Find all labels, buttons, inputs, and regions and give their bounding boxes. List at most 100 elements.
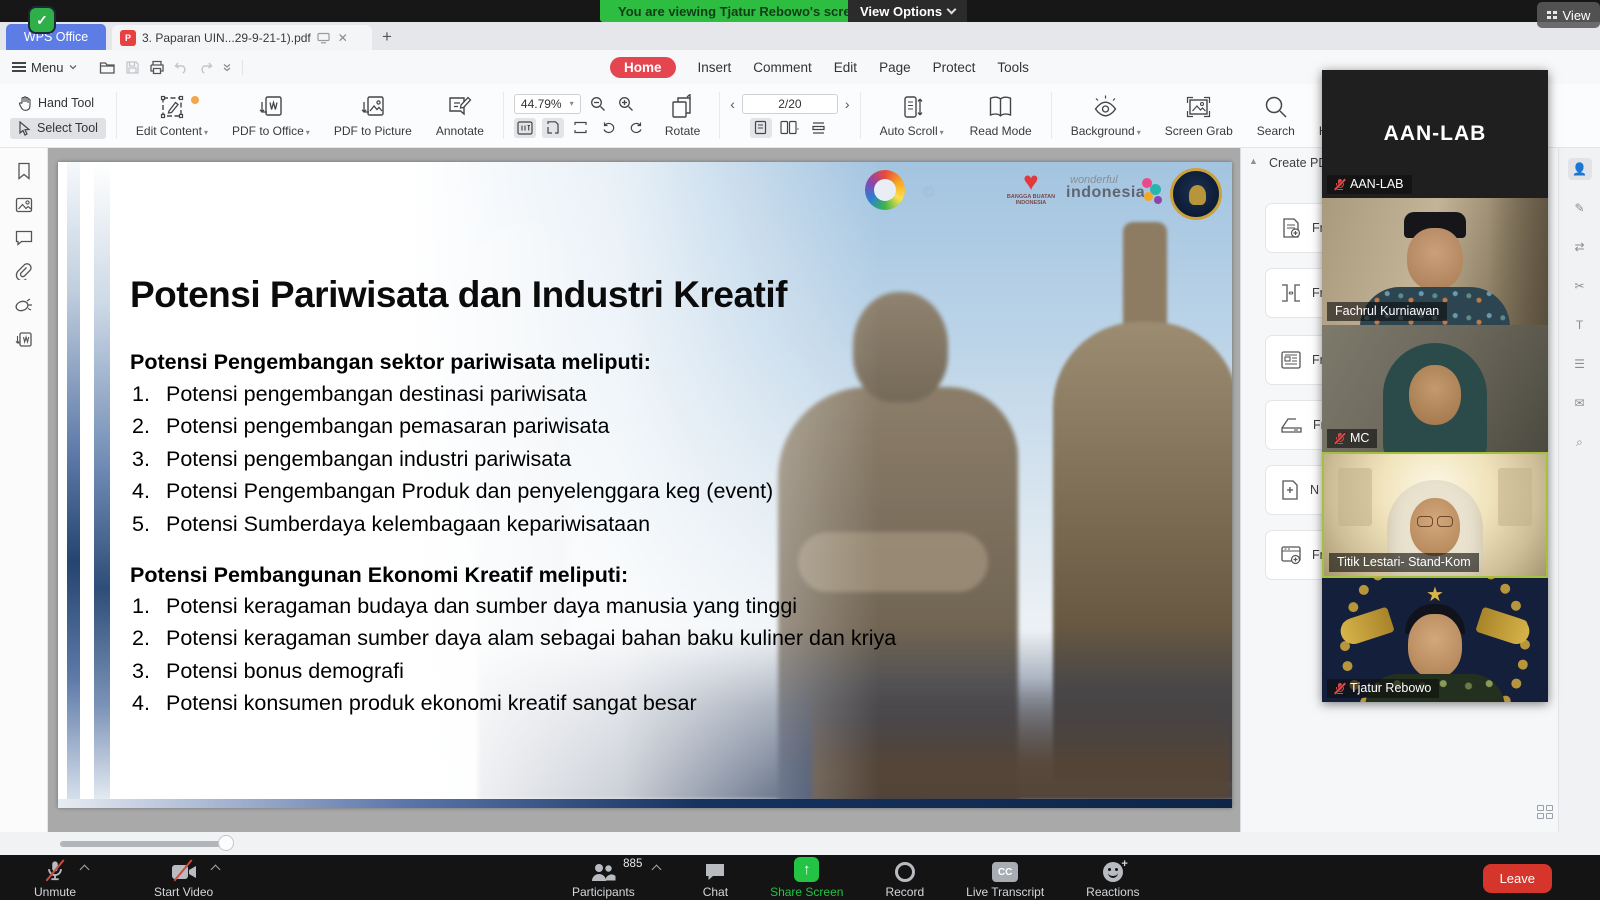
pdf-to-office-button[interactable]: PDF to Office▾ xyxy=(223,90,319,142)
merge-icon xyxy=(1280,283,1302,303)
menu-button[interactable]: Menu xyxy=(12,59,77,74)
mic-options-caret[interactable] xyxy=(80,865,90,875)
participant-label: AAN-LAB xyxy=(1327,175,1412,194)
edge-tool-icon[interactable]: ✂ xyxy=(1568,275,1592,297)
apps-grid-icon[interactable] xyxy=(1537,805,1553,819)
list-item: Potensi keragaman budaya dan sumber daya… xyxy=(132,594,896,626)
rotate-label: Rotate xyxy=(665,124,700,138)
tab-page[interactable]: Page xyxy=(879,60,911,75)
participants-button[interactable]: 885 Participants xyxy=(572,860,635,899)
option-label: N xyxy=(1310,483,1319,497)
new-tab-button[interactable]: + xyxy=(382,27,392,47)
attachment-icon[interactable] xyxy=(15,263,32,280)
tab-insert[interactable]: Insert xyxy=(698,60,732,75)
participant-tile-aan-lab[interactable]: AAN-LAB AAN-LAB xyxy=(1322,70,1548,198)
participant-tile-mc[interactable]: MC xyxy=(1322,325,1548,452)
actual-size-button[interactable] xyxy=(514,118,536,138)
wps-office-home-tab[interactable]: WPS Office xyxy=(6,24,106,50)
page-number-input[interactable]: 2/20 xyxy=(742,94,838,114)
edit-content-button[interactable]: Edit Content▾ xyxy=(127,90,217,142)
annotate-button[interactable]: Annotate xyxy=(427,90,493,142)
chat-button[interactable]: Chat xyxy=(703,860,728,899)
print-icon[interactable] xyxy=(149,60,165,75)
auto-scroll-button[interactable]: Auto Scroll▾ xyxy=(871,90,953,142)
zoom-out-button[interactable] xyxy=(587,94,609,114)
customize-toolbar-icon[interactable] xyxy=(222,62,232,72)
muted-mic-icon xyxy=(1333,178,1346,191)
redo-icon[interactable] xyxy=(198,61,213,74)
pdf-to-picture-button[interactable]: PDF to Picture xyxy=(325,90,421,142)
open-folder-icon[interactable] xyxy=(99,60,116,75)
chevron-down-icon xyxy=(947,5,957,15)
edge-tool-icon[interactable]: ✉ xyxy=(1568,392,1592,414)
start-video-button[interactable]: Start Video xyxy=(154,860,213,899)
unmute-button[interactable]: Unmute xyxy=(34,860,76,899)
pdf-convert-icon[interactable] xyxy=(15,331,33,348)
horizontal-scrollbar[interactable] xyxy=(60,841,228,847)
participants-caret[interactable] xyxy=(652,865,662,875)
read-mode-button[interactable]: Read Mode xyxy=(961,90,1041,142)
single-page-view-button[interactable] xyxy=(750,118,772,138)
participant-tile-tjatur[interactable]: ★ Tjatur Rebowo xyxy=(1322,578,1548,702)
hand-tool-button[interactable]: Hand Tool xyxy=(10,93,106,114)
screen-grab-label: Screen Grab xyxy=(1165,124,1233,138)
participant-label: Tjatur Rebowo xyxy=(1327,679,1439,698)
comment-icon[interactable] xyxy=(15,230,33,246)
view-options-button[interactable]: View Options xyxy=(848,0,967,22)
edge-tool-icon[interactable]: ⌕ xyxy=(1568,431,1592,453)
zoom-in-button[interactable] xyxy=(615,94,637,114)
stamp-icon[interactable] xyxy=(14,297,33,314)
background-label: Background xyxy=(1071,124,1135,138)
fit-width-button[interactable] xyxy=(570,118,592,138)
background-button[interactable]: Background▾ xyxy=(1062,90,1150,142)
share-screen-button[interactable]: ↑ Share Screen xyxy=(770,860,843,899)
zoom-level-select[interactable]: 44.79% ▾ xyxy=(514,94,581,114)
search-button[interactable]: Search xyxy=(1248,90,1304,142)
undo-icon[interactable] xyxy=(174,61,189,74)
pdf-page[interactable]: © ♥ BANGGA BUATANINDONESIA wonderful ind… xyxy=(58,162,1232,808)
rotate-left-button[interactable] xyxy=(598,118,620,138)
continuous-view-button[interactable] xyxy=(808,118,830,138)
tab-protect[interactable]: Protect xyxy=(933,60,976,75)
two-page-view-button[interactable] xyxy=(779,118,801,138)
record-button[interactable]: Record xyxy=(885,860,924,899)
participant-tile-titik-active-speaker[interactable]: Titik Lestari- Stand-Kom xyxy=(1322,452,1548,578)
list-item: Potensi bonus demografi xyxy=(132,659,896,691)
participant-tile-fachrul[interactable]: Fachrul Kurniawan xyxy=(1322,198,1548,325)
bookmark-icon[interactable] xyxy=(16,162,32,180)
reactions-button[interactable]: + Reactions xyxy=(1086,860,1139,899)
list-item: Potensi keragaman sumber daya alam sebag… xyxy=(132,626,896,658)
document-tab[interactable]: P 3. Paparan UIN...29-9-21-1).pdf ✕ xyxy=(112,25,372,50)
tab-comment[interactable]: Comment xyxy=(753,60,812,75)
heart-icon: ♥ xyxy=(996,168,1066,194)
tab-home[interactable]: Home xyxy=(610,57,676,78)
tab-close-icon[interactable]: ✕ xyxy=(338,31,348,45)
search-label: Search xyxy=(1257,124,1295,138)
tab-tools[interactable]: Tools xyxy=(997,60,1029,75)
horizontal-scrollbar-knob[interactable] xyxy=(218,835,234,851)
pdf-to-picture-label: PDF to Picture xyxy=(334,124,412,138)
edge-tool-icon[interactable]: ☰ xyxy=(1568,353,1592,375)
save-icon[interactable] xyxy=(125,60,140,75)
ribbon-tab-bar: Home Insert Comment Edit Page Protect To… xyxy=(610,57,1029,78)
edge-tool-icon[interactable]: ✎ xyxy=(1568,197,1592,219)
image-icon[interactable] xyxy=(15,197,33,213)
rotate-button[interactable]: Rotate xyxy=(656,90,709,142)
live-transcript-button[interactable]: CC Live Transcript xyxy=(966,860,1044,899)
leave-button[interactable]: Leave xyxy=(1483,864,1552,893)
next-page-button[interactable]: › xyxy=(845,96,850,112)
edge-tool-icon[interactable]: ⇄ xyxy=(1568,236,1592,258)
previous-page-button[interactable]: ‹ xyxy=(730,96,735,112)
glasses xyxy=(1413,516,1457,528)
edge-tool-icon[interactable]: 👤 xyxy=(1568,158,1592,180)
scanner-icon xyxy=(1280,416,1303,435)
panel-collapse-arrow[interactable]: ▲ xyxy=(1249,156,1258,166)
fit-page-button[interactable] xyxy=(542,118,564,138)
tab-edit[interactable]: Edit xyxy=(834,60,857,75)
view-button[interactable]: View xyxy=(1537,2,1600,28)
screen-grab-button[interactable]: Screen Grab xyxy=(1156,90,1242,142)
select-tool-button[interactable]: Select Tool xyxy=(10,118,106,139)
rotate-right-button[interactable] xyxy=(626,118,648,138)
video-options-caret[interactable] xyxy=(210,865,220,875)
edge-tool-icon[interactable]: T xyxy=(1568,314,1592,336)
